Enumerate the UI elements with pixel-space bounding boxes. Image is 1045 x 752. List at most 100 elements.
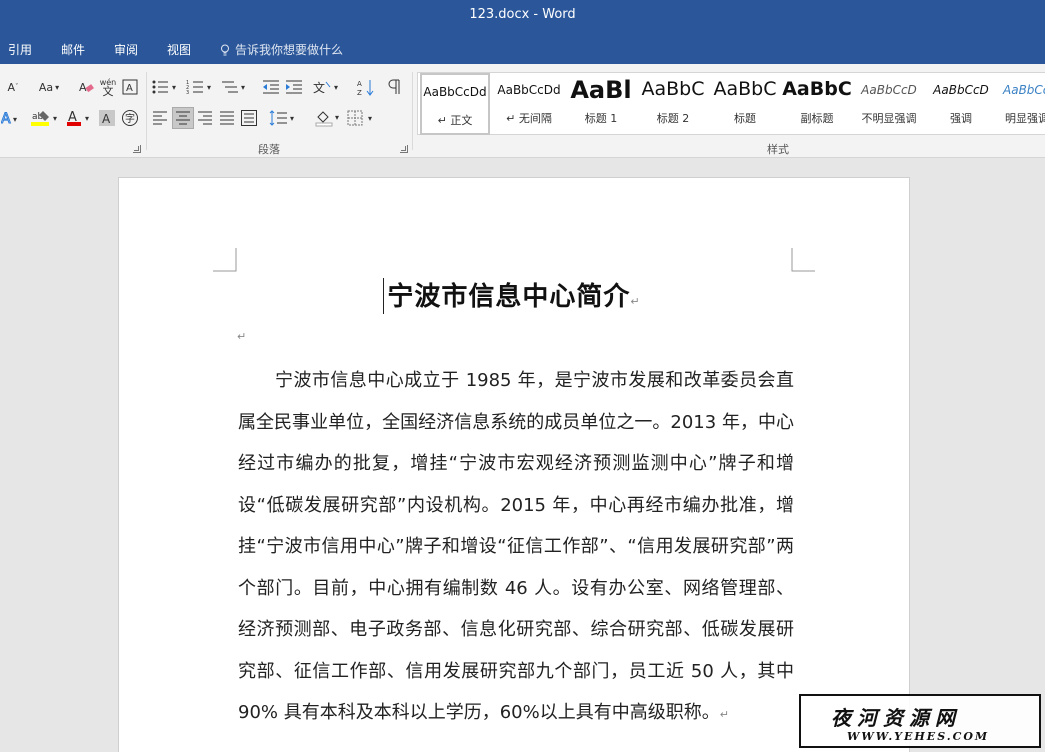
sort-icon: AZ: [357, 80, 374, 96]
bullets-button[interactable]: ▾: [150, 76, 182, 98]
style-heading-1[interactable]: AaBl 标题 1: [565, 73, 637, 135]
svg-text:▾: ▾: [85, 114, 89, 123]
align-left-button[interactable]: [150, 107, 170, 129]
increase-indent-icon: [286, 80, 302, 94]
watermark-frame: 夜河资源网 WWW.YEHES.COM: [799, 694, 1041, 748]
svg-text:▾: ▾: [53, 114, 57, 123]
styles-gallery: AaBbCcDd ↵ 正文 AaBbCcDd ↵ 无间隔 AaBl 标题 1 A…: [417, 72, 1045, 135]
ribbon-tabs: 引用 邮件 审阅 视图 告诉我你想要做什么: [0, 32, 1045, 64]
eraser-icon: A: [79, 81, 94, 94]
borders-button[interactable]: ▾: [346, 107, 378, 129]
shrink-font-button[interactable]: Aˇ: [2, 76, 24, 98]
align-center-button[interactable]: [172, 107, 194, 129]
tab-view[interactable]: 视图: [167, 41, 191, 58]
justify-button[interactable]: [217, 107, 237, 129]
separator: [146, 72, 147, 150]
lightbulb-icon: [221, 44, 229, 56]
svg-text:▾: ▾: [334, 83, 338, 92]
style-normal[interactable]: AaBbCcDd ↵ 正文: [420, 73, 490, 135]
title-bar: 123.docx - Word: [0, 0, 1045, 32]
style-label: 标题: [734, 112, 756, 125]
tab-references[interactable]: 引用: [8, 41, 32, 58]
enclose-characters-button[interactable]: 字: [120, 107, 140, 129]
increase-indent-button[interactable]: [283, 76, 305, 98]
style-preview: AaBbCcDd: [423, 85, 487, 99]
svg-text:A: A: [126, 83, 133, 94]
style-preview: AaBl: [570, 76, 632, 104]
shading-button[interactable]: ▾: [313, 107, 345, 129]
paragraph-dialog-launcher[interactable]: [400, 145, 408, 153]
style-preview: AaBbC: [641, 78, 705, 100]
font-color-button[interactable]: A ▾: [64, 107, 96, 129]
text-effects-icon: A ▾: [1, 111, 17, 127]
style-label: 明显强调: [1005, 112, 1045, 125]
margin-corner-top-left: [213, 248, 237, 272]
align-center-icon: [176, 111, 190, 125]
svg-text:A: A: [79, 81, 87, 94]
style-label: 标题 1: [584, 112, 618, 125]
highlighter-icon: ab ▾: [31, 111, 57, 126]
style-label: ↵ 正文: [437, 114, 473, 127]
numbering-button[interactable]: 1 2 3 ▾: [185, 76, 217, 98]
style-title[interactable]: AaBbC 标题: [709, 73, 781, 135]
enclose-characters-icon: 字: [122, 110, 138, 126]
highlight-button[interactable]: ab ▾: [28, 107, 62, 129]
tab-review[interactable]: 审阅: [114, 41, 138, 58]
sort-button[interactable]: AZ: [355, 76, 377, 98]
borders-icon: ▾: [347, 110, 372, 126]
watermark-cn-text: 夜河资源网: [831, 706, 961, 730]
body-paragraph[interactable]: 宁波市信息中心成立于 1985 年，是宁波市发展和改革委员会直属全民事业单位，全…: [238, 360, 794, 736]
distributed-icon: [241, 110, 257, 126]
multilevel-list-button[interactable]: ▾: [219, 76, 251, 98]
svg-text:▾: ▾: [13, 115, 17, 124]
style-label: 强调: [950, 112, 972, 125]
svg-text:文: 文: [313, 80, 325, 95]
justify-icon: [220, 111, 234, 125]
style-intense-emphasis[interactable]: AaBbCc 明显强调: [997, 73, 1045, 135]
style-subtle-emphasis[interactable]: AaBbCcD 不明显强调: [853, 73, 925, 135]
margin-corner-top-right: [791, 248, 815, 272]
change-case-icon: Aa: [38, 80, 54, 94]
chinese-layout-button[interactable]: 文 ▾: [312, 76, 344, 98]
tell-me-text: 告诉我你想要做什么: [235, 43, 344, 57]
chinese-layout-icon: 文 ▾: [313, 80, 338, 95]
align-right-icon: [198, 111, 212, 125]
watermark-en-text: WWW.YEHES.COM: [847, 730, 990, 743]
clear-formatting-button[interactable]: A: [76, 76, 96, 98]
style-label: 标题 2: [656, 112, 690, 125]
phonetic-guide-icon: wén 文: [99, 77, 117, 98]
style-heading-2[interactable]: AaBbC 标题 2: [637, 73, 709, 135]
style-no-spacing[interactable]: AaBbCcDd ↵ 无间隔: [493, 73, 565, 135]
svg-text:▾: ▾: [290, 114, 294, 123]
document-page[interactable]: 宁波市信息中心简介↵ ↵ 宁波市信息中心成立于 1985 年，是宁波市发展和改革…: [118, 177, 910, 752]
style-subtitle[interactable]: AaBbC 副标题: [781, 73, 853, 135]
style-emphasis[interactable]: AaBbCcD 强调: [925, 73, 997, 135]
phonetic-guide-button[interactable]: wén 文: [98, 76, 118, 98]
style-preview: AaBbCcD: [861, 83, 917, 97]
numbered-list-icon: 123▾: [186, 80, 211, 95]
svg-text:▾: ▾: [207, 83, 211, 92]
change-case-button[interactable]: Aa ▾: [33, 76, 65, 98]
style-preview: AaBbCc: [1003, 83, 1045, 97]
distributed-button[interactable]: [239, 107, 259, 129]
tab-mailings[interactable]: 邮件: [61, 41, 85, 58]
font-dialog-launcher[interactable]: [133, 145, 141, 153]
character-border-button[interactable]: A: [121, 76, 139, 98]
style-label: ↵ 无间隔: [506, 112, 552, 125]
group-label-styles: 样式: [767, 143, 789, 156]
window-title: 123.docx - Word: [469, 7, 576, 22]
svg-text:A: A: [357, 80, 362, 88]
text-effects-button[interactable]: A ▾: [0, 107, 22, 129]
align-right-button[interactable]: [195, 107, 215, 129]
show-marks-button[interactable]: [383, 76, 405, 98]
character-shading-icon: A: [99, 110, 115, 126]
tell-me-box[interactable]: 告诉我你想要做什么: [220, 41, 343, 58]
ribbon: Aˇ Aa ▾ A wén 文 A A ▾ ab ▾ A ▾ A 字 ▾ 1 2 3 ▾ ▾: [0, 64, 1045, 158]
svg-text:▾: ▾: [172, 83, 176, 92]
decrease-indent-button[interactable]: [260, 76, 282, 98]
character-shading-button[interactable]: A: [98, 107, 116, 129]
paragraph-mark: ↵: [630, 295, 641, 308]
document-title[interactable]: 宁波市信息中心简介↵: [119, 276, 909, 313]
paragraph-mark: ↵: [719, 708, 729, 721]
line-spacing-button[interactable]: ▾: [268, 107, 300, 129]
